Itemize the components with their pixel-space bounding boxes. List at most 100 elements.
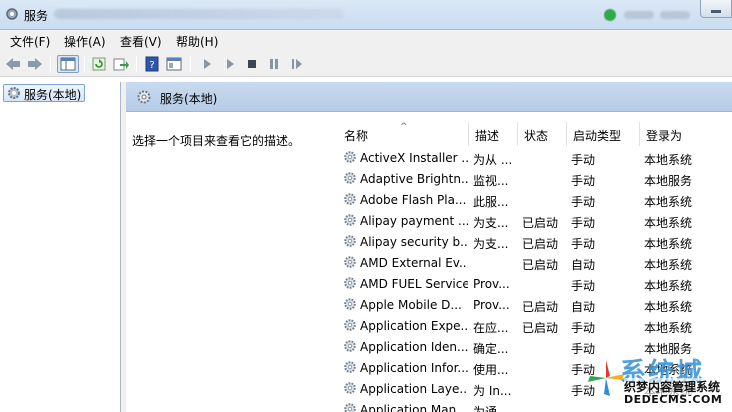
cell-logon: 本地系统 — [644, 237, 693, 251]
gear-icon — [344, 319, 356, 331]
start-service-button[interactable] — [198, 55, 216, 73]
cell-name: Adobe Flash Pla... — [360, 193, 467, 207]
service-row[interactable]: AMD External Ev... 已启动 自动 本地系统 — [338, 253, 732, 274]
sort-up-icon: ^ — [400, 122, 408, 132]
column-header-name[interactable]: 名称 ^ — [338, 122, 469, 146]
gear-icon — [344, 256, 356, 268]
show-tree-button[interactable] — [57, 55, 79, 73]
tree-item-label: 服务(本地) — [24, 88, 82, 102]
resume-icon — [292, 59, 302, 69]
cell-logon: 本地系统 — [644, 216, 693, 230]
column-header-logon[interactable]: 登录为 — [640, 122, 732, 146]
cell-status: 已启动 — [522, 321, 559, 335]
gear-icon — [344, 193, 356, 205]
menu-file[interactable]: 文件(F) — [10, 33, 50, 50]
refresh-button[interactable] — [90, 55, 108, 73]
cell-description: 在应... — [473, 321, 509, 335]
service-row[interactable]: ActiveX Installer ... 为从 ... 手动 本地系统 — [338, 148, 732, 169]
cell-description: 为支... — [473, 216, 509, 230]
cell-logon: 本地系统 — [644, 300, 693, 314]
service-row[interactable]: Adaptive Brightn... 监视... 手动 本地服务 — [338, 169, 732, 190]
service-row[interactable]: Apple Mobile D... Prov... 已启动 自动 本地系统 — [338, 295, 732, 316]
pause-service-button[interactable] — [265, 55, 283, 73]
cell-description: 为通... — [473, 405, 509, 412]
console-tree: 服务(本地) — [0, 82, 121, 412]
tree-item-services-local[interactable]: 服务(本地) — [3, 84, 86, 102]
gear-icon — [344, 298, 356, 310]
play-icon — [227, 59, 234, 69]
cell-startup-type: 手动 — [571, 216, 596, 230]
menu-view[interactable]: 查看(V) — [120, 33, 162, 50]
cell-status: 已启动 — [522, 258, 559, 272]
properties-button[interactable] — [165, 55, 183, 73]
menu-action[interactable]: 操作(A) — [64, 33, 106, 50]
cell-status: 已启动 — [522, 237, 559, 251]
pause-icon — [270, 59, 278, 69]
cell-description: 为从 ... — [473, 153, 513, 167]
gear-icon — [344, 382, 356, 394]
gear-icon — [8, 87, 20, 99]
cell-description: Prov... — [473, 277, 510, 291]
gear-icon — [344, 235, 356, 247]
status-dot-icon — [604, 9, 616, 21]
restart-play-button[interactable] — [221, 55, 239, 73]
service-description: 选择一个项目来查看它的描述。 — [132, 134, 301, 148]
cell-startup-type: 手动 — [571, 195, 596, 209]
cell-name: AMD FUEL Service — [360, 277, 468, 291]
title-bar: 服务 — [0, 0, 732, 30]
column-header-description[interactable]: 描述 — [469, 122, 518, 146]
gear-icon — [344, 151, 356, 163]
cell-name: Alipay payment ... — [360, 214, 468, 228]
cell-startup-type: 手动 — [571, 237, 596, 251]
back-button[interactable] — [4, 55, 22, 73]
cell-startup-type: 手动 — [571, 321, 596, 335]
cell-name: Adaptive Brightn... — [360, 172, 468, 186]
export-list-button[interactable] — [112, 55, 130, 73]
cell-startup-type: 自动 — [571, 300, 596, 314]
gear-icon — [344, 214, 356, 226]
service-row[interactable]: Alipay security b... 为支... 已启动 手动 本地系统 — [338, 232, 732, 253]
cell-logon: 本地系统 — [644, 195, 693, 209]
cell-logon: 本地系统 — [644, 321, 693, 335]
cell-name: Application Iden... — [360, 340, 468, 354]
service-row[interactable]: Alipay payment ... 为支... 已启动 手动 本地系统 — [338, 211, 732, 232]
cell-startup-type: 手动 — [571, 153, 596, 167]
cell-status: 已启动 — [522, 216, 559, 230]
menu-help[interactable]: 帮助(H) — [176, 33, 218, 50]
help-button[interactable]: ? — [143, 55, 161, 73]
back-arrow-icon — [6, 58, 20, 70]
toolbar: ? — [0, 52, 732, 77]
cell-description: Prov... — [473, 298, 510, 312]
resume-service-button[interactable] — [288, 55, 306, 73]
menu-bar: 文件(F) 操作(A) 查看(V) 帮助(H) — [0, 30, 732, 52]
gear-icon — [344, 340, 356, 352]
service-row[interactable]: AMD FUEL Service Prov... 手动 本地系统 — [338, 274, 732, 295]
blurred-title-area — [54, 9, 344, 19]
gear-icon — [344, 403, 356, 412]
export-icon — [113, 58, 129, 71]
cell-description: 为支... — [473, 237, 509, 251]
stop-service-button[interactable] — [243, 55, 261, 73]
list-header: 名称 ^ 描述 状态 启动类型 登录为 — [338, 122, 732, 146]
window-title: 服务 — [24, 9, 49, 23]
svg-text:?: ? — [149, 60, 154, 71]
cell-name: ActiveX Installer ... — [360, 151, 468, 165]
cell-description: 监视... — [473, 174, 509, 188]
gear-icon — [137, 90, 151, 104]
gear-icon — [344, 361, 356, 373]
stop-icon — [248, 60, 256, 68]
gear-icon — [344, 172, 356, 184]
cell-description: 此服... — [473, 195, 509, 209]
column-header-startup-type[interactable]: 启动类型 — [567, 122, 640, 146]
column-header-status[interactable]: 状态 — [518, 122, 567, 146]
service-row[interactable]: Adobe Flash Pla... 此服... 手动 本地系统 — [338, 190, 732, 211]
service-row[interactable]: Application Expe... 在应... 已启动 手动 本地系统 — [338, 316, 732, 337]
refresh-icon — [92, 57, 106, 71]
minimize-button[interactable] — [700, 0, 732, 18]
cell-description: 为 In... — [473, 384, 512, 398]
cell-logon: 本地服务 — [644, 174, 693, 188]
play-icon — [204, 59, 211, 69]
cell-name: Application Expe... — [360, 319, 468, 333]
cell-name: Application Man... — [360, 403, 468, 412]
forward-button[interactable] — [26, 55, 44, 73]
